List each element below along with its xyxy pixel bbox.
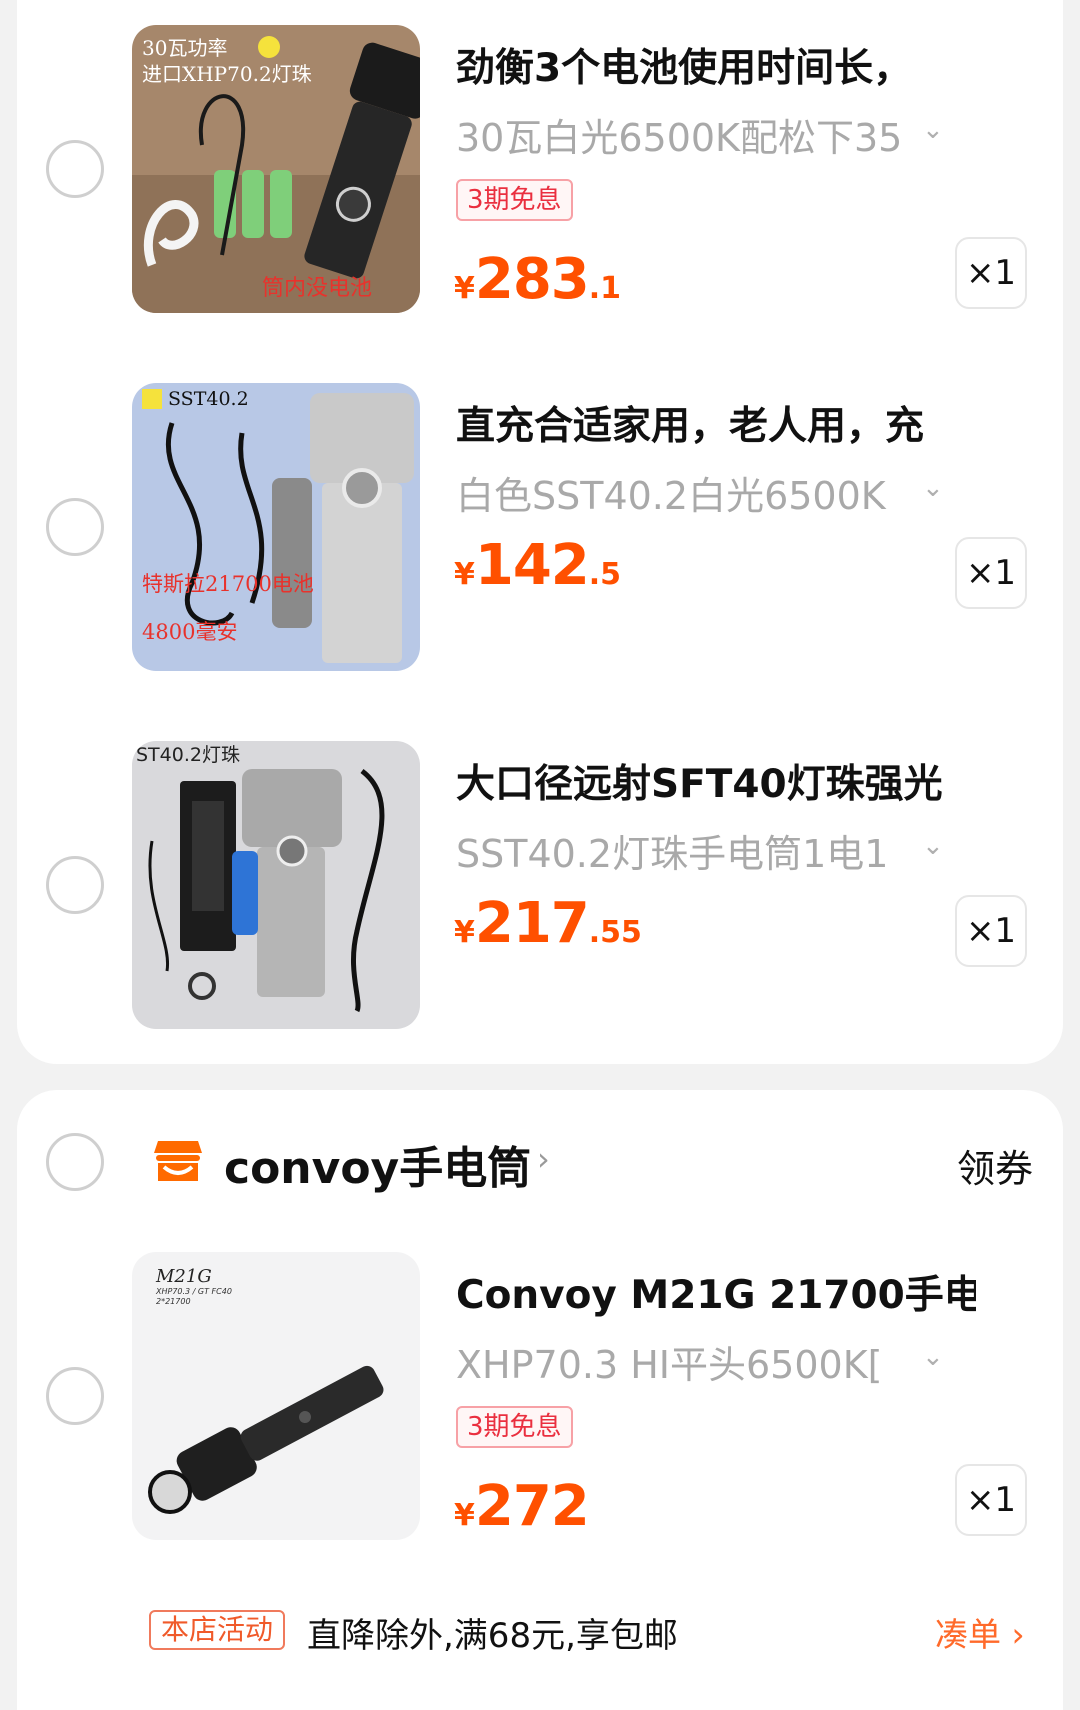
- store-name[interactable]: convoy手电筒: [224, 1132, 531, 1196]
- quantity-stepper[interactable]: ×1: [955, 895, 1027, 967]
- product-image[interactable]: M21G XHP70.3 / GT FC40 2*21700: [132, 1252, 420, 1540]
- product-image[interactable]: SST40.2 特斯拉21700电池 4800毫安: [132, 383, 420, 671]
- product-title[interactable]: 大口径远射SFT40灯珠强光: [456, 753, 976, 809]
- cart-store-card: convoy手电筒 › 领券 M21G XHP70.3 / GT FC40 2*…: [17, 1090, 1063, 1710]
- item-select-radio[interactable]: [46, 140, 104, 198]
- image-caption-3: 筒内没电池: [262, 276, 372, 301]
- store-icon: [154, 1141, 202, 1181]
- image-caption-2: 特斯拉21700电池: [142, 572, 314, 596]
- product-title[interactable]: 直充合适家用，老人用，充: [456, 395, 976, 451]
- product-image[interactable]: ST40.2灯珠: [132, 741, 420, 1029]
- quantity-stepper[interactable]: ×1: [955, 1464, 1027, 1536]
- installment-badge: 3期免息: [456, 179, 573, 221]
- image-caption-1: 30瓦功率: [142, 36, 227, 60]
- coupon-button[interactable]: 领券: [957, 1138, 1033, 1193]
- cart-store-card: 30瓦功率 进口XHP70.2灯珠 筒内没电池 劲衡3个电池使用时间长， 30瓦…: [17, 0, 1063, 1064]
- item-select-radio[interactable]: [46, 1367, 104, 1425]
- cart-item[interactable]: SST40.2 特斯拉21700电池 4800毫安 直充合适家用，老人用，充 白…: [17, 383, 1063, 683]
- chevron-down-icon[interactable]: ⌄: [922, 115, 944, 145]
- cart-item[interactable]: 30瓦功率 进口XHP70.2灯珠 筒内没电池 劲衡3个电池使用时间长， 30瓦…: [17, 25, 1063, 325]
- add-on-link[interactable]: 凑单 ›: [935, 1608, 1025, 1656]
- image-caption-3: 4800毫安: [142, 620, 237, 644]
- product-spec[interactable]: 30瓦白光6500K配松下35: [456, 107, 936, 162]
- chevron-down-icon[interactable]: ⌄: [922, 831, 944, 861]
- cart-item[interactable]: M21G XHP70.3 / GT FC40 2*21700 Convoy M2…: [17, 1252, 1063, 1552]
- cart-item[interactable]: ST40.2灯珠 大口径远射SFT40灯珠强光 SST40.2灯珠手电筒1电1 …: [17, 741, 1063, 1041]
- quantity-stepper[interactable]: ×1: [955, 537, 1027, 609]
- product-image[interactable]: 30瓦功率 进口XHP70.2灯珠 筒内没电池: [132, 25, 420, 313]
- quantity-stepper[interactable]: ×1: [955, 237, 1027, 309]
- item-select-radio[interactable]: [46, 498, 104, 556]
- image-caption-1: ST40.2灯珠: [136, 744, 240, 766]
- product-price: ¥217.55: [454, 891, 642, 956]
- product-title[interactable]: Convoy M21G 21700手电: [456, 1264, 976, 1320]
- product-price: ¥272: [454, 1474, 590, 1539]
- product-title[interactable]: 劲衡3个电池使用时间长，: [456, 37, 976, 93]
- image-caption-3: 2*21700: [156, 1297, 191, 1306]
- chevron-down-icon[interactable]: ⌄: [922, 1342, 944, 1372]
- image-caption-2: 进口XHP70.2灯珠: [142, 62, 312, 86]
- image-caption-2: XHP70.3 / GT FC40: [155, 1287, 232, 1296]
- image-caption-1: SST40.2: [168, 388, 249, 410]
- store-promo-text: 直降除外,满68元,享包邮: [307, 1616, 678, 1656]
- product-price: ¥283.1: [454, 247, 622, 312]
- product-price: ¥142.5: [454, 533, 622, 598]
- chevron-right-icon[interactable]: ›: [537, 1140, 550, 1178]
- product-spec[interactable]: SST40.2灯珠手电筒1电1: [456, 823, 936, 878]
- store-select-radio[interactable]: [46, 1133, 104, 1191]
- product-spec[interactable]: 白色SST40.2白光6500K: [456, 465, 936, 520]
- item-select-radio[interactable]: [46, 856, 104, 914]
- chevron-down-icon[interactable]: ⌄: [922, 473, 944, 503]
- installment-badge: 3期免息: [456, 1406, 573, 1448]
- product-spec[interactable]: XHP70.3 HI平头6500K[: [456, 1334, 936, 1389]
- image-caption-1: M21G: [155, 1266, 212, 1287]
- store-promo-tag: 本店活动: [149, 1610, 286, 1650]
